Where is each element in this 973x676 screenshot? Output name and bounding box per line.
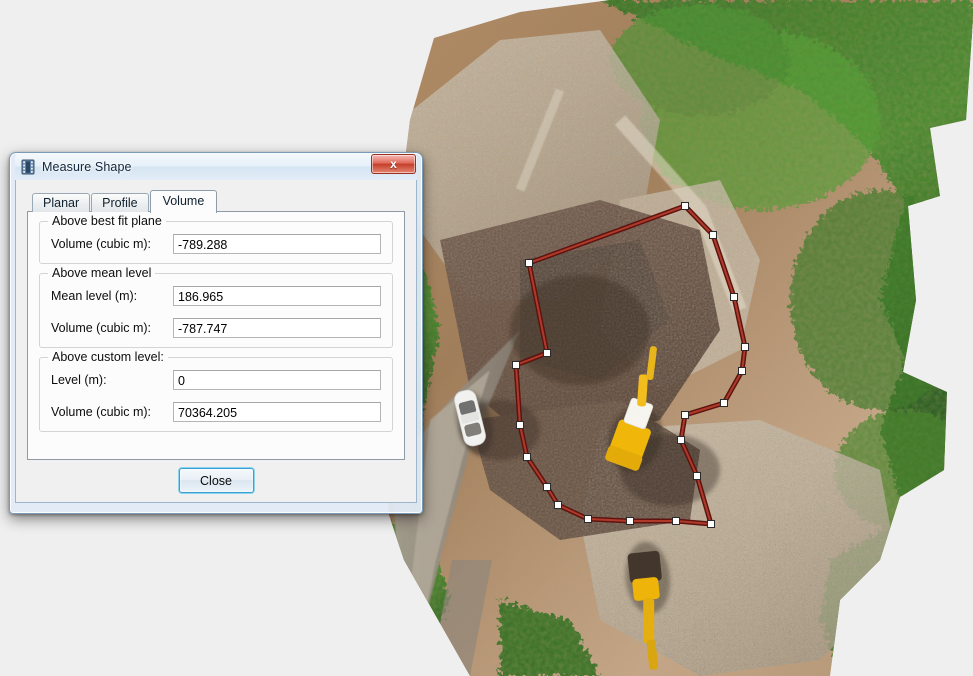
tab-planar[interactable]: Planar bbox=[32, 193, 91, 212]
tab-planar-label: Planar bbox=[43, 196, 80, 210]
mean-level-label: Mean level (m): bbox=[51, 289, 138, 303]
close-button-label: Close bbox=[200, 473, 232, 488]
polygon-vertex-handle-10[interactable] bbox=[672, 517, 680, 525]
polygon-vertex-handle-0[interactable] bbox=[681, 202, 689, 210]
group-above-best-fit-plane: Above best fit plane Volume (cubic m): -… bbox=[39, 214, 393, 264]
polygon-vertex-handle-5[interactable] bbox=[720, 399, 728, 407]
polygon-vertex-handle-8[interactable] bbox=[693, 472, 701, 480]
group-above-mean-level: Above mean level Mean level (m): 186.965… bbox=[39, 266, 393, 348]
close-button[interactable]: Close bbox=[178, 468, 254, 493]
field-row: Mean level (m): 186.965 bbox=[51, 286, 381, 306]
tab-profile-label: Profile bbox=[102, 196, 138, 210]
dialog-client-area: Planar Profile Volume Above best fit pla… bbox=[15, 180, 417, 503]
orthomosaic-image bbox=[370, 0, 973, 676]
polygon-vertex-handle-12[interactable] bbox=[584, 515, 592, 523]
customlevel-volume-input[interactable]: 70364.205 bbox=[173, 402, 381, 422]
meanlevel-volume-label: Volume (cubic m): bbox=[51, 321, 152, 335]
group-above-custom-level-title: Above custom level: bbox=[48, 350, 168, 364]
polygon-vertex-handle-6[interactable] bbox=[681, 411, 689, 419]
polygon-vertex-handle-17[interactable] bbox=[512, 361, 520, 369]
polygon-vertex-handle-16[interactable] bbox=[516, 421, 524, 429]
tab-volume-label: Volume bbox=[162, 194, 205, 208]
group-above-custom-level: Above custom level: Level (m): 0 Volume … bbox=[39, 350, 393, 432]
film-strip-icon bbox=[20, 159, 36, 175]
tab-volume[interactable]: Volume bbox=[149, 190, 218, 213]
custom-level-label: Level (m): bbox=[51, 373, 107, 387]
polygon-vertex-handle-4[interactable] bbox=[738, 367, 746, 375]
polygon-vertex-handle-19[interactable] bbox=[525, 259, 533, 267]
dialog-title: Measure Shape bbox=[42, 159, 132, 174]
customlevel-volume-label: Volume (cubic m): bbox=[51, 405, 152, 419]
custom-level-input[interactable]: 0 bbox=[173, 370, 381, 390]
measure-shape-dialog[interactable]: Measure Shape x Planar Profile Volume Ab… bbox=[9, 152, 423, 514]
field-row: Level (m): 0 bbox=[51, 370, 381, 390]
polygon-vertex-handle-2[interactable] bbox=[730, 293, 738, 301]
polygon-vertex-handle-7[interactable] bbox=[677, 436, 685, 444]
tab-profile[interactable]: Profile bbox=[91, 193, 149, 212]
volume-tab-panel: Above best fit plane Volume (cubic m): -… bbox=[27, 211, 405, 460]
mean-level-input[interactable]: 186.965 bbox=[173, 286, 381, 306]
close-icon: x bbox=[390, 157, 397, 171]
field-row: Volume (cubic m): -789.288 bbox=[51, 234, 381, 254]
bestfit-volume-input[interactable]: -789.288 bbox=[173, 234, 381, 254]
bestfit-volume-label: Volume (cubic m): bbox=[51, 237, 152, 251]
tab-strip[interactable]: Planar Profile Volume bbox=[27, 190, 405, 213]
field-row: Volume (cubic m): -787.747 bbox=[51, 318, 381, 338]
titlebar-close-button[interactable]: x bbox=[371, 154, 416, 174]
polygon-vertex-handle-11[interactable] bbox=[626, 517, 634, 525]
polygon-vertex-handle-9[interactable] bbox=[707, 520, 715, 528]
group-above-best-fit-plane-title: Above best fit plane bbox=[48, 214, 166, 228]
polygon-vertex-handle-13[interactable] bbox=[554, 501, 562, 509]
field-row: Volume (cubic m): 70364.205 bbox=[51, 402, 381, 422]
polygon-vertex-handle-15[interactable] bbox=[523, 453, 531, 461]
polygon-vertex-handle-14[interactable] bbox=[543, 483, 551, 491]
polygon-vertex-handle-3[interactable] bbox=[741, 343, 749, 351]
dialog-footer: Close bbox=[16, 468, 416, 493]
polygon-vertex-handle-18[interactable] bbox=[543, 349, 551, 357]
group-above-mean-level-title: Above mean level bbox=[48, 266, 156, 280]
polygon-vertex-handle-1[interactable] bbox=[709, 231, 717, 239]
meanlevel-volume-input[interactable]: -787.747 bbox=[173, 318, 381, 338]
dialog-title-bar[interactable]: Measure Shape x bbox=[15, 153, 417, 180]
